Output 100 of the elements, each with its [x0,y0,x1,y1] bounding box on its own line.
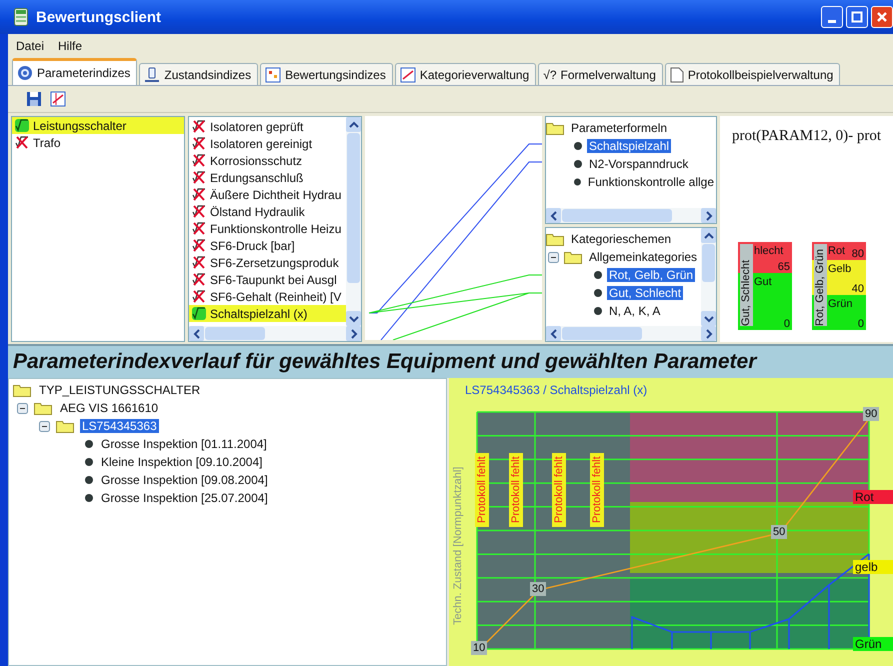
tree-item[interactable]: Allgemeinkategories [587,250,700,264]
list-item[interactable]: Trafo [12,134,184,151]
chevron-down-icon [704,314,714,322]
tree-item[interactable]: N2-Vorspanndruck [587,157,690,171]
folder-icon [13,383,31,397]
tree-item[interactable]: Schaltspielzahl [587,139,672,153]
missing-protocol-tag: Protokoll fehlt [552,453,566,527]
list-item[interactable]: SF6-Zersetzungsproduk [189,254,346,271]
list-item[interactable]: Isolatoren gereinigt [189,135,346,152]
close-button[interactable] [871,6,893,28]
chevron-left-icon [550,328,558,338]
crossed-formula-icon [192,120,206,133]
list-item[interactable]: Leistungsschalter [12,117,184,134]
band-label: Rot [853,490,893,504]
y-axis-label: Techn. Zustand [Normpunktzahl] [452,466,465,625]
band-label: gelb [853,560,893,574]
list-item[interactable]: SF6-Druck [bar] [189,237,346,254]
folder-icon [546,121,564,135]
tree-item[interactable]: Kleine Inspektion [09.10.2004] [99,455,264,469]
vertical-scrollbar[interactable] [701,228,716,326]
tree-item[interactable]: Grosse Inspektion [01.11.2004] [99,437,269,451]
list-item[interactable]: SF6-Gehalt (Reinheit) [V [189,288,346,305]
tab[interactable]: Kategorieverwaltung [394,63,536,85]
list-item[interactable]: Ölstand Hydraulik [189,203,346,220]
tree-item[interactable]: Rot, Gelb, Grün [607,268,696,282]
crossed-formula-icon [192,137,206,150]
list-item[interactable]: Äußere Dichtheit Hydrau [189,186,346,203]
document-icon [670,66,684,82]
maximize-button[interactable] [846,6,868,28]
grid-icon [265,66,282,82]
point-label: 50 [771,525,788,539]
list-item[interactable]: Funktionskontrolle Heizu [189,220,346,237]
tree-item[interactable]: AEG VIS 1661610 [58,401,160,415]
scheme-label: Gut, Schlecht [740,244,753,326]
missing-protocol-tag: Protokoll fehlt [475,453,489,527]
missing-protocol-tag: Protokoll fehlt [509,453,523,527]
list-item[interactable]: SF6-Taupunkt bei Ausgl [189,271,346,288]
chevron-right-icon [350,328,358,338]
device-icon [144,66,160,82]
bullet-icon [594,271,602,279]
collapse-icon[interactable] [39,420,50,432]
horizontal-scrollbar[interactable] [546,326,716,341]
tree-item[interactable]: Gut, Schlecht [607,286,684,300]
chart-title: LS754345363 / Schaltspielzahl (x) [464,382,648,397]
crossed-formula-icon [192,290,206,303]
horizontal-scrollbar[interactable] [546,208,716,223]
crossed-formula-icon [192,154,206,167]
list-item[interactable]: Erdungsanschluß [189,169,346,186]
chevron-up-icon [348,120,358,128]
tab[interactable]: Zustandsindizes [139,63,258,85]
tree-item[interactable]: TYP_LEISTUNGSSCHALTER [37,383,202,397]
chart-icon [400,66,416,82]
save-icon[interactable] [26,91,42,107]
menu-item[interactable]: Hilfe [58,39,82,53]
tab[interactable]: Bewertungsindizes [260,63,393,85]
missing-protocol-tag: Protokoll fehlt [590,453,604,527]
tree-item[interactable]: LS754345363 [80,419,159,433]
crossed-formula-icon [192,256,206,269]
chevron-left-icon [550,210,558,220]
collapse-icon[interactable] [17,402,28,414]
tab[interactable]: Protokollbeispielverwaltung [664,63,840,85]
list-item[interactable]: Schaltspielzahl (x) [189,305,346,322]
section-heading: Parameterindexverlauf für gewähltes Equipment und gewählten Parameter [8,344,893,378]
tree-item[interactable]: Kategorieschemen [569,232,674,246]
tab[interactable]: Parameterindizes [12,58,138,85]
minimize-icon [828,20,836,22]
horizontal-scrollbar[interactable] [189,326,361,341]
segment-label: Gut [754,276,772,288]
formula-text: prot(PARAM12, 0)- prot [732,128,882,145]
bullet-icon [85,476,93,484]
segment-label: Rot [828,245,846,257]
crossed-formula-icon [192,273,206,286]
menu-item[interactable]: Datei [16,39,44,53]
minimize-button[interactable] [821,6,843,28]
gear-icon [17,65,33,81]
tab[interactable]: √? Formelverwaltung [538,63,663,85]
vertical-scrollbar[interactable] [346,117,361,326]
list-item[interactable]: Korrosionsschutz [189,152,346,169]
bullet-icon [574,178,581,186]
formula-symbol: √? [543,68,556,82]
bullet-icon [574,142,582,150]
chart-icon[interactable] [50,91,66,107]
bullet-icon [85,494,93,502]
tree-item[interactable]: Grosse Inspektion [09.08.2004] [99,473,270,487]
tree-item[interactable]: N, A, K, A [607,304,662,318]
collapse-icon[interactable] [548,252,559,262]
segment-value: 65 [778,260,790,273]
crossed-formula-icon [192,239,206,252]
bullet-icon [594,289,602,297]
segment-value: 80 [852,248,864,260]
folder-icon [546,232,564,246]
bullet-icon [574,160,582,168]
tree-item[interactable]: Grosse Inspektion [25.07.2004] [99,491,270,505]
segment-label: Grün [828,298,852,310]
list-item[interactable]: Isolatoren geprüft [189,118,346,135]
tree-item[interactable]: Parameterformeln [569,121,670,135]
window-title: Bewertungsclient [36,8,162,26]
formula-icon [15,119,29,132]
tree-item[interactable]: Funktionskontrolle allge [586,175,716,189]
chevron-right-icon [704,328,712,338]
